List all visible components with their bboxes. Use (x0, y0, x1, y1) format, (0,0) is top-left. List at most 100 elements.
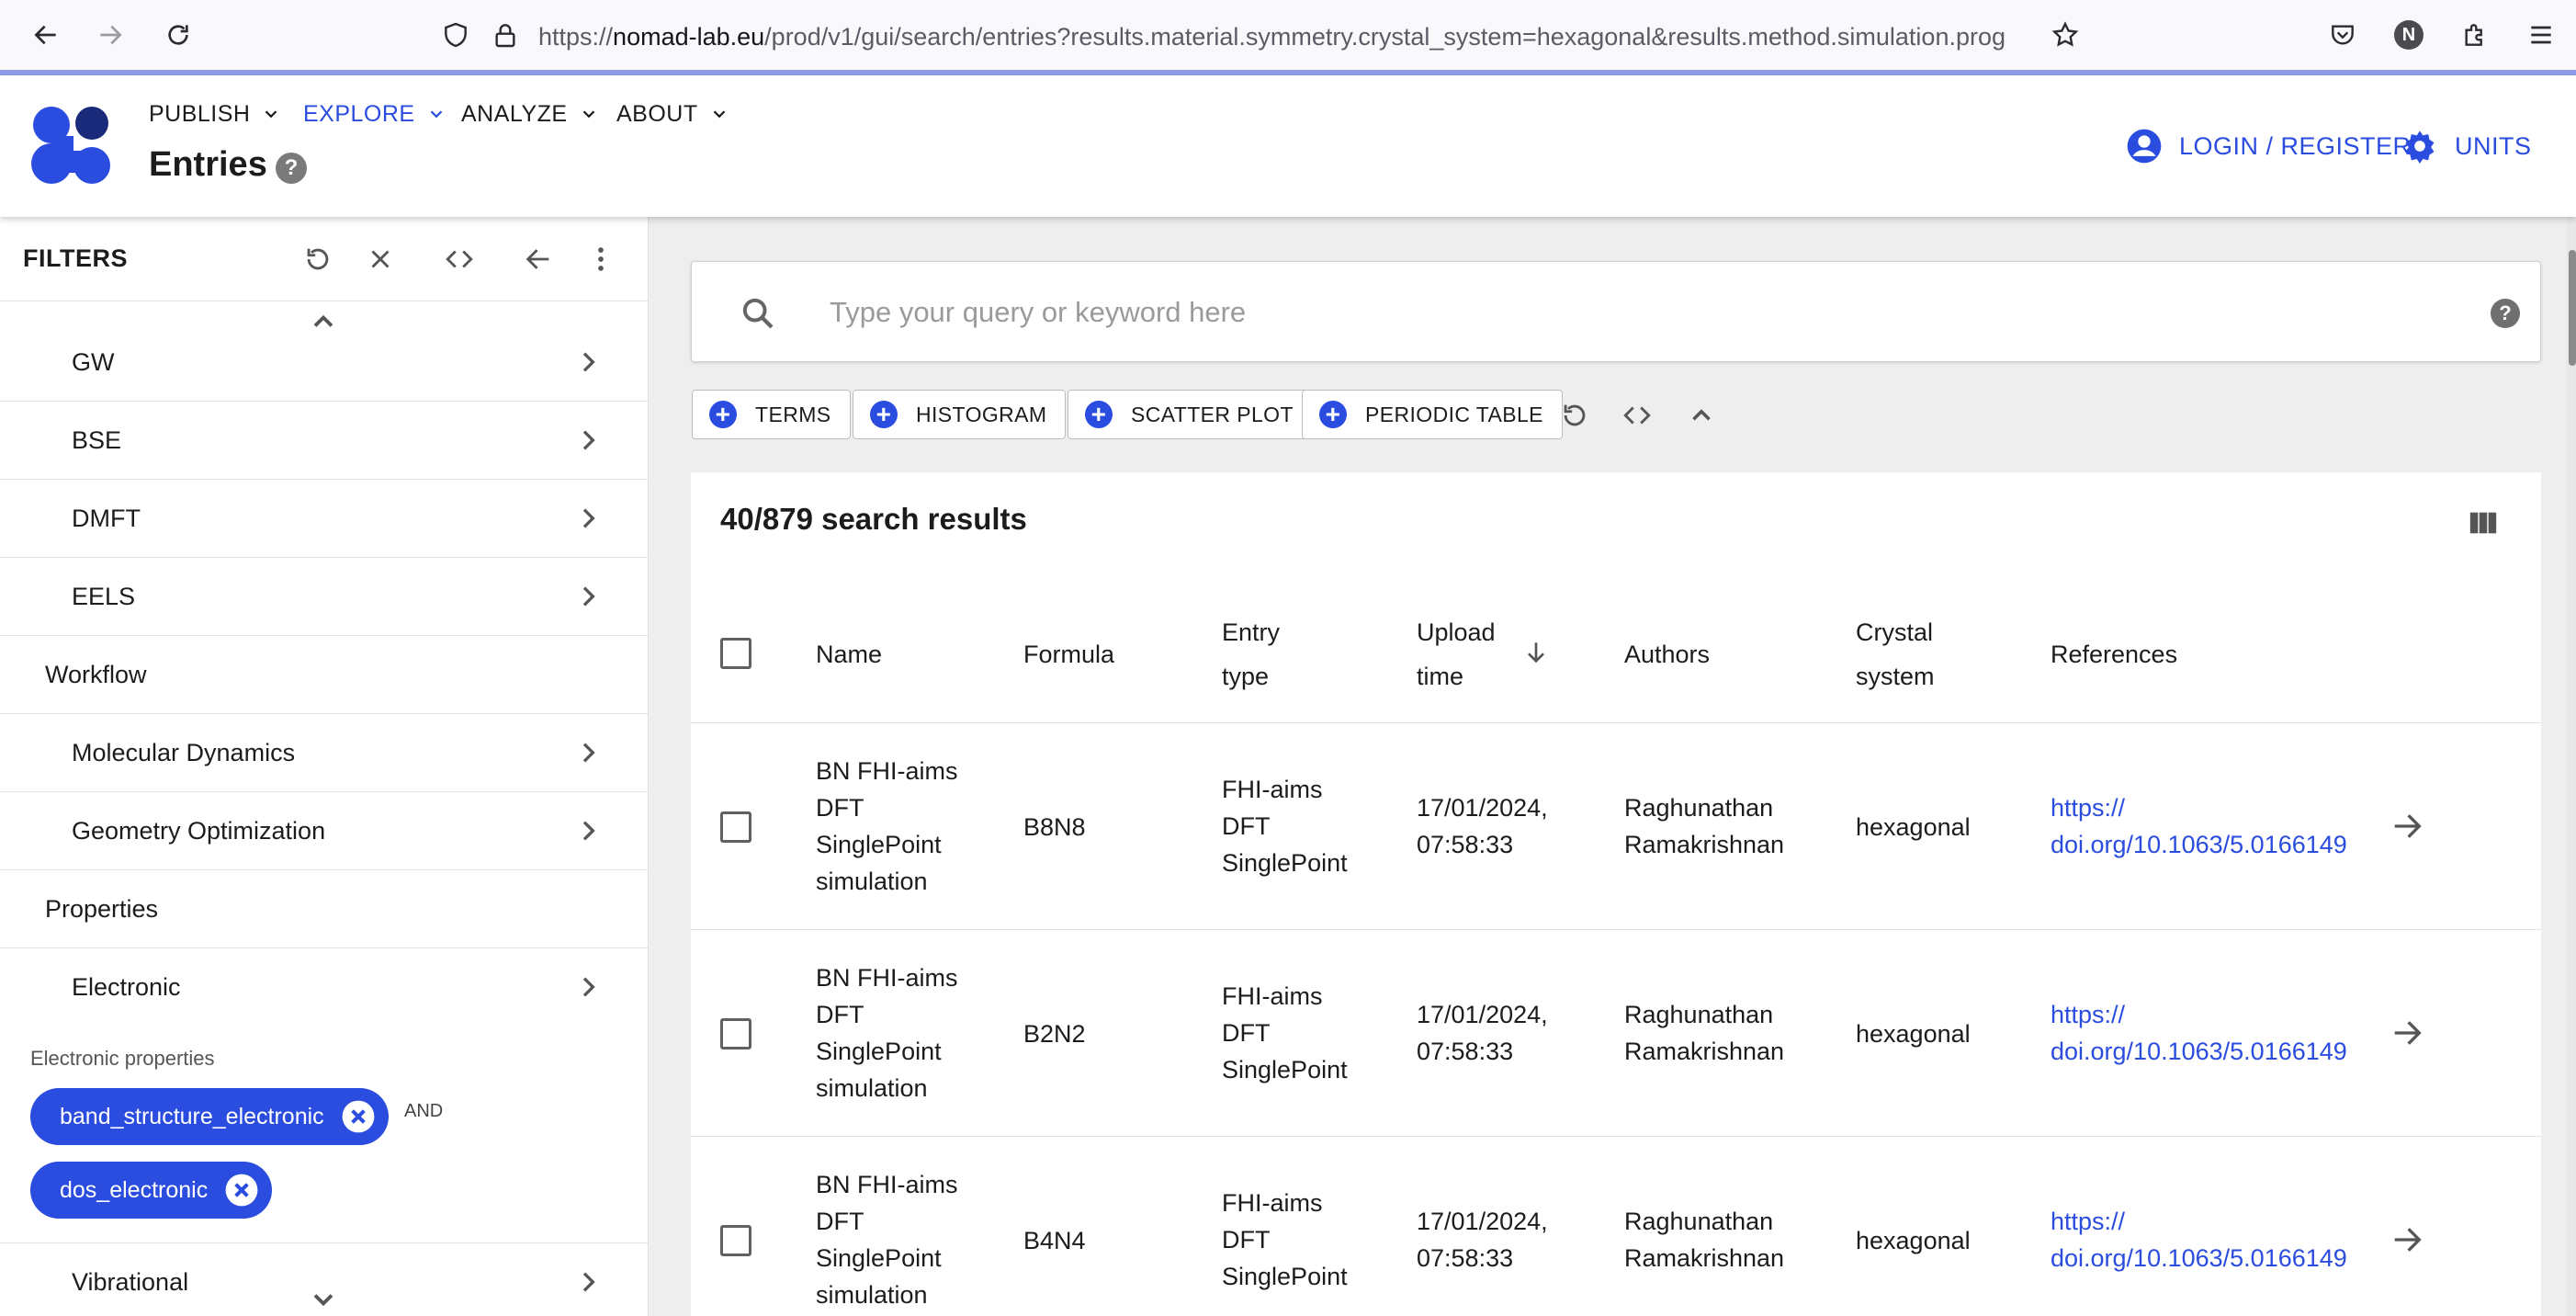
filters-api-button[interactable] (439, 239, 480, 279)
site-info-button[interactable] (483, 13, 527, 57)
remove-chip-icon[interactable] (341, 1099, 376, 1134)
filter-item-bse[interactable]: BSE (0, 402, 648, 480)
chevron-down-icon[interactable] (307, 1283, 340, 1316)
chevron-down-icon (266, 110, 277, 119)
column-header-authors[interactable]: Authors (1624, 632, 1710, 676)
extensions-button[interactable] (2453, 13, 2497, 57)
remove-chip-icon[interactable] (224, 1173, 259, 1208)
filter-item-eels[interactable]: EELS (0, 558, 648, 636)
column-header-upload-time[interactable]: Upload time (1417, 610, 1496, 698)
reload-button[interactable] (156, 13, 200, 57)
nav-publish[interactable]: PUBLISH (149, 96, 281, 132)
column-header-name[interactable]: Name (816, 632, 882, 676)
sidebar-resize-handle[interactable] (649, 217, 660, 1316)
view-columns-icon[interactable] (2468, 507, 2499, 539)
filter-chip-dos-electronic[interactable]: dos_electronic (30, 1162, 273, 1219)
row-checkbox[interactable] (720, 811, 751, 843)
row-checkbox[interactable] (720, 1225, 751, 1256)
nomad-logo[interactable] (29, 103, 114, 187)
column-header-formula[interactable]: Formula (1023, 632, 1114, 676)
close-icon (371, 250, 390, 268)
column-header-references[interactable]: References (2051, 632, 2177, 676)
cell-authors: Raghunathan Ramakrishnan (1624, 1203, 1784, 1276)
table-row[interactable]: BN FHI-aims DFT SinglePoint simulation B… (691, 1137, 2541, 1316)
cell-line: DFT (1222, 1019, 1271, 1047)
plus-circle-icon: + (709, 401, 737, 428)
table-row[interactable]: BN FHI-aims DFT SinglePoint simulation B… (691, 723, 2541, 930)
cell-line: DFT (1222, 1226, 1271, 1254)
profile-button[interactable]: N (2387, 13, 2431, 57)
search-help-icon[interactable]: ? (2491, 299, 2520, 328)
address-bar[interactable]: https://nomad-lab.eu/prod/v1/gui/search/… (538, 18, 2041, 55)
page-scrollbar-track[interactable] (2567, 217, 2576, 1316)
chip-label: dos_electronic (60, 1176, 209, 1203)
cell-line: simulation (816, 868, 928, 895)
cell-reference-link[interactable]: https:// doi.org/10.1063/5.0166149 (2051, 1203, 2347, 1276)
reset-filters-button[interactable] (298, 239, 338, 279)
plus-circle-icon: + (1085, 401, 1113, 428)
cell-line: 07:58:33 (1417, 1038, 1514, 1065)
arrow-right-icon[interactable] (2389, 1221, 2425, 1258)
nav-analyze[interactable]: ANALYZE (461, 96, 599, 132)
filter-chip-band-structure[interactable]: band_structure_electronic (30, 1088, 389, 1145)
cell-name: BN FHI-aims DFT SinglePoint simulation (816, 1166, 958, 1313)
filter-item-gw[interactable]: GW (0, 323, 648, 402)
cell-upload-time: 17/01/2024, 07:58:33 (1417, 1203, 1548, 1276)
cell-line: BN FHI-aims (816, 1171, 958, 1198)
cell-line: doi.org/10.1063/5.0166149 (2051, 831, 2347, 858)
nav-publish-label: PUBLISH (149, 100, 251, 127)
browser-menu-button[interactable] (2519, 13, 2563, 57)
chevron-right-icon (582, 508, 595, 528)
column-header-crystal-line1: Crystal (1856, 618, 1934, 646)
add-terms-widget-button[interactable]: + TERMS (692, 390, 851, 439)
tracking-protection-button[interactable] (434, 13, 478, 57)
column-header-entry-type[interactable]: Entry type (1222, 610, 1280, 698)
filters-menu-button[interactable] (581, 239, 621, 279)
column-header-upload-time-line1: Upload (1417, 618, 1496, 646)
forward-button[interactable] (88, 13, 132, 57)
units-button[interactable]: UNITS (2401, 123, 2532, 169)
reload-icon (168, 25, 188, 45)
cell-line: simulation (816, 1281, 928, 1309)
star-icon (2051, 21, 2079, 47)
sort-descending-icon[interactable] (1521, 638, 1551, 667)
filter-item-molecular-dynamics[interactable]: Molecular Dynamics (0, 714, 648, 792)
back-arrow-icon (34, 25, 56, 45)
login-register-button[interactable]: LOGIN / REGISTER (2126, 123, 2412, 169)
cell-reference-link[interactable]: https:// doi.org/10.1063/5.0166149 (2051, 996, 2347, 1070)
reset-widgets-button[interactable] (1556, 397, 1593, 434)
column-header-crystal-system[interactable]: Crystal system (1856, 610, 1935, 698)
filter-item-dmft[interactable]: DMFT (0, 480, 648, 558)
filter-item-geometry-optimization[interactable]: Geometry Optimization (0, 792, 648, 870)
plus-circle-icon: + (870, 401, 898, 428)
pocket-button[interactable] (2321, 13, 2365, 57)
filter-item-electronic[interactable]: Electronic (0, 948, 648, 1027)
arrow-right-icon[interactable] (2389, 808, 2425, 845)
more-vertical-icon (598, 247, 604, 271)
row-checkbox[interactable] (720, 1018, 751, 1049)
page-scrollbar-thumb[interactable] (2569, 250, 2576, 366)
collapse-filters-button[interactable] (518, 239, 559, 279)
bookmark-button[interactable] (2043, 13, 2087, 57)
url-path: /prod/v1/gui/search/entries?results.mate… (764, 23, 2006, 51)
reset-icon (1564, 404, 1586, 426)
select-all-checkbox[interactable] (720, 638, 751, 669)
clear-filters-button[interactable] (360, 239, 401, 279)
cell-reference-link[interactable]: https:// doi.org/10.1063/5.0166149 (2051, 789, 2347, 863)
search-input[interactable] (830, 284, 2391, 341)
nav-explore[interactable]: EXPLORE (303, 96, 446, 132)
back-button[interactable] (24, 13, 68, 57)
add-histogram-widget-button[interactable]: + HISTOGRAM (853, 390, 1067, 439)
table-row[interactable]: BN FHI-aims DFT SinglePoint simulation B… (691, 930, 2541, 1137)
help-icon[interactable]: ? (276, 153, 307, 184)
add-periodic-table-widget-button[interactable]: + PERIODIC TABLE (1302, 390, 1563, 439)
collapse-widgets-button[interactable] (1683, 397, 1720, 434)
chevron-right-icon (582, 821, 595, 841)
arrow-right-icon[interactable] (2389, 1015, 2425, 1051)
cell-line: SinglePoint (816, 1244, 942, 1272)
add-scatter-plot-widget-button[interactable]: + SCATTER PLOT (1068, 390, 1313, 439)
widgets-api-button[interactable] (1619, 397, 1655, 434)
column-header-entry-type-line2: type (1222, 663, 1270, 690)
nav-about[interactable]: ABOUT (616, 96, 729, 132)
chevron-right-icon (582, 1272, 595, 1292)
